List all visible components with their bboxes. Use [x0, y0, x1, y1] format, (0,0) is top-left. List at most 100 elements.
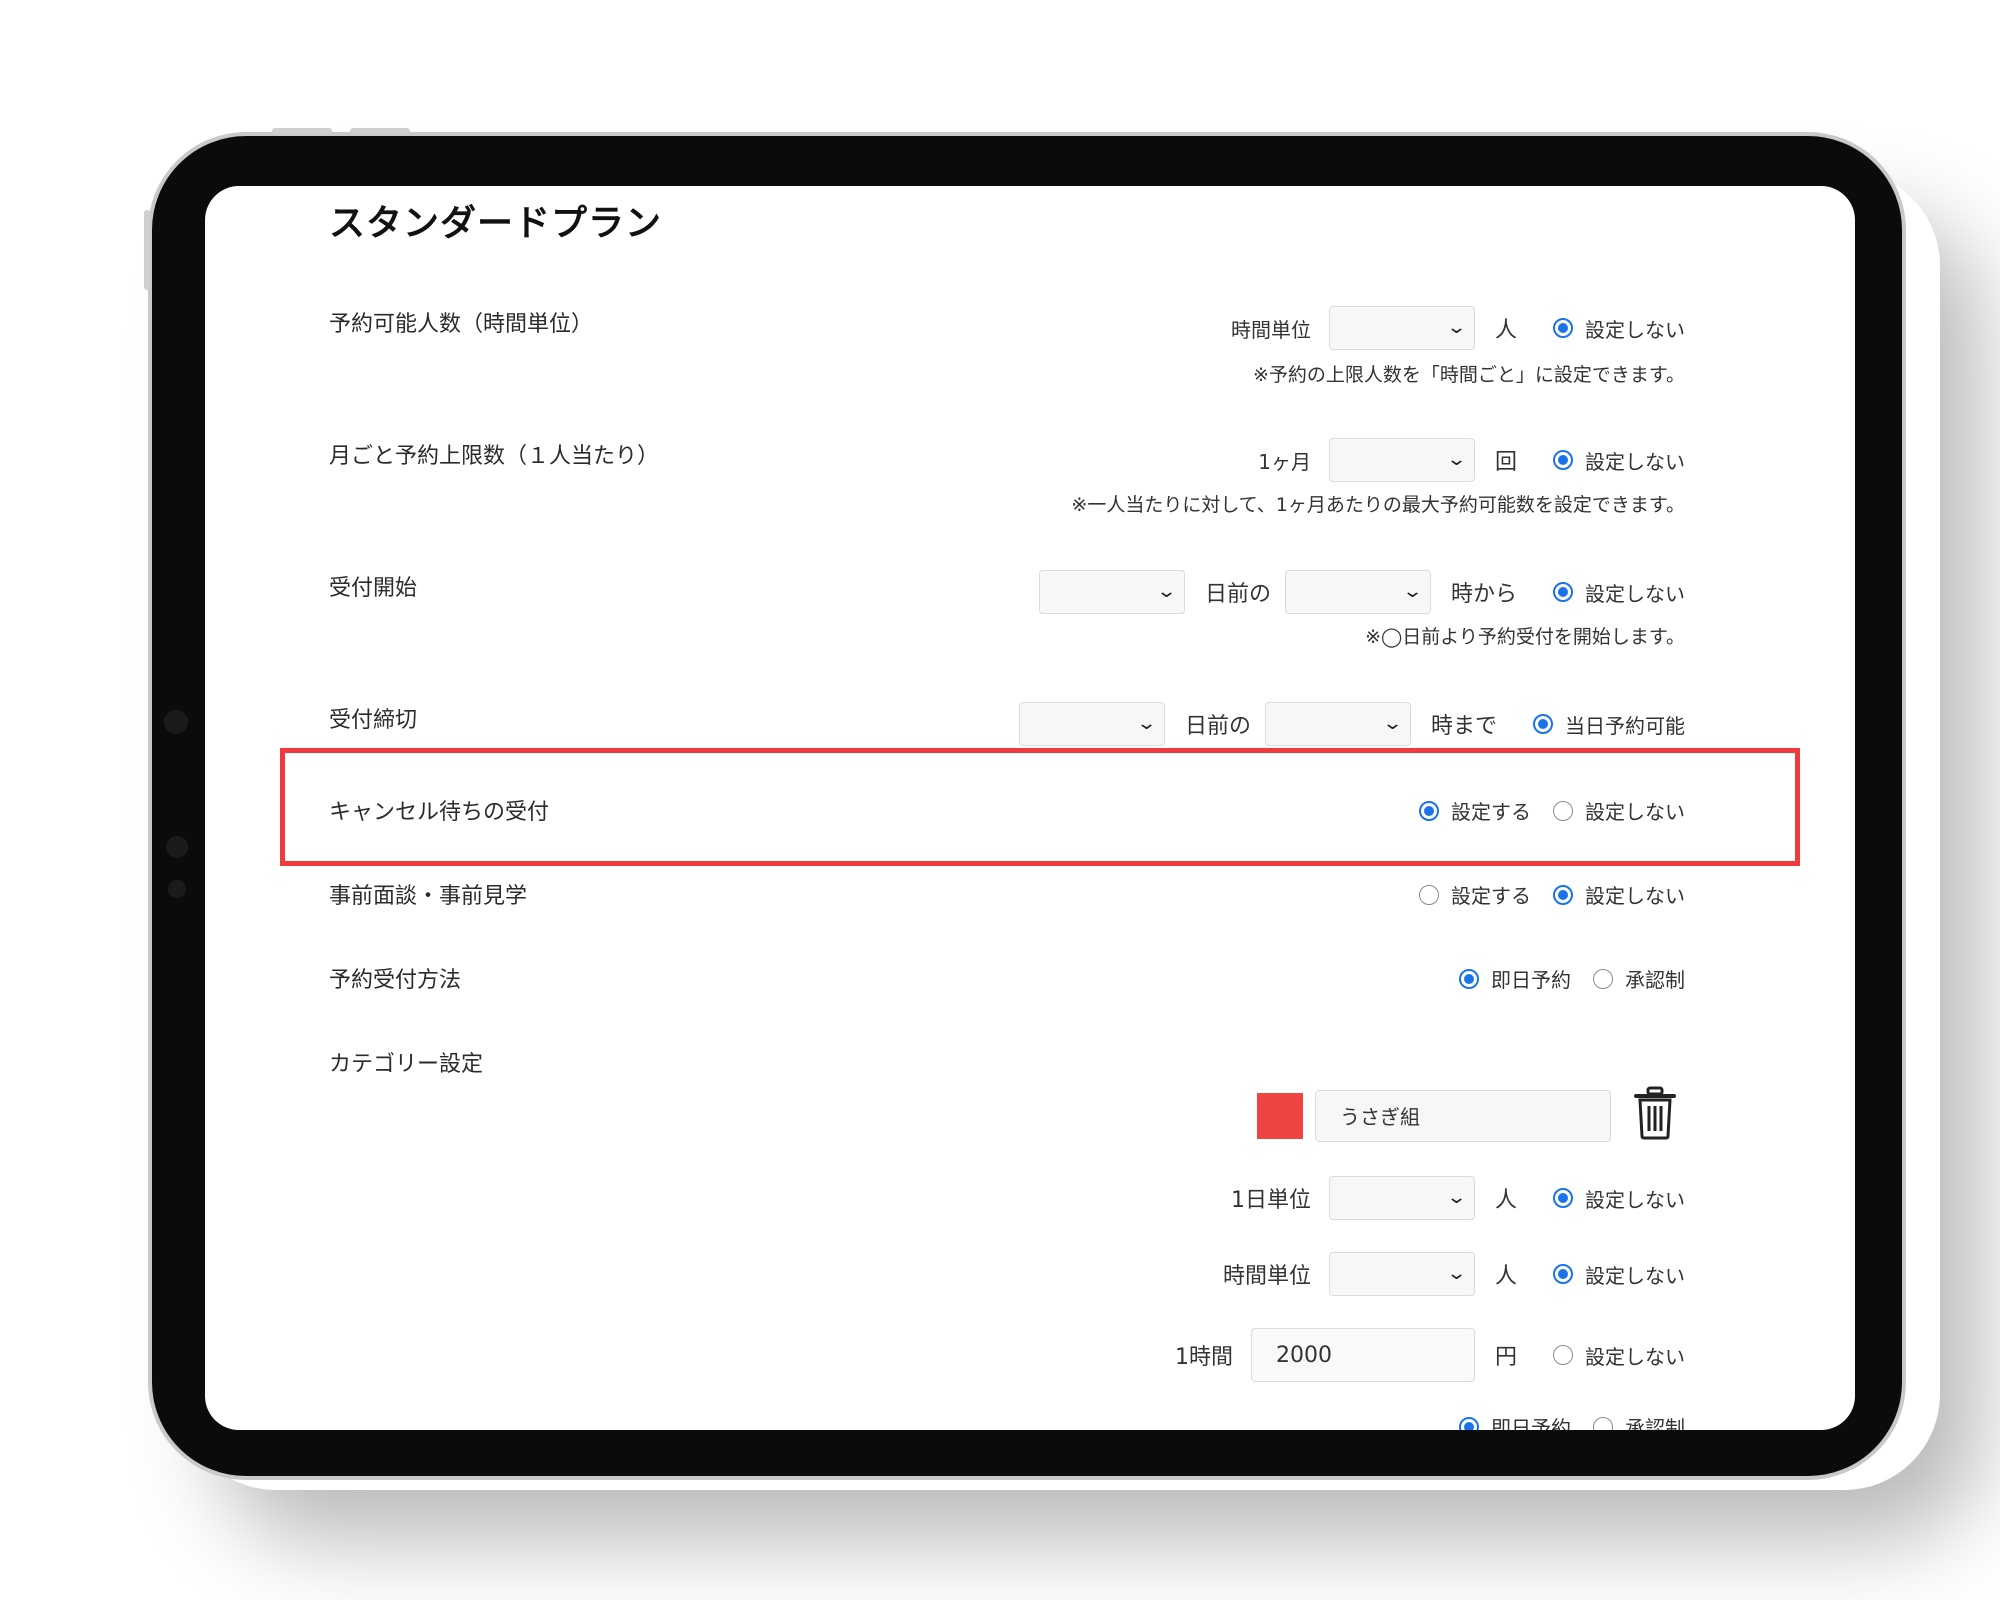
reception-end-suffix: 時まで — [1430, 714, 1497, 739]
radio-icon — [1553, 1188, 1573, 1208]
reception-start-suffix: 時から — [1450, 582, 1517, 607]
capacity-hourly-controls: 時間単位 ⌄ 人 設定しない — [1231, 306, 1685, 350]
capacity-hourly-label: 予約可能人数（時間単位） — [329, 312, 594, 337]
radio-label: 承認制 — [1625, 968, 1685, 992]
radio-label: 設定しない — [1585, 1187, 1685, 1212]
category-daily-select[interactable]: ⌄ — [1328, 1176, 1475, 1220]
radio-icon — [1553, 582, 1573, 602]
reception-start-days-select[interactable]: ⌄ — [1038, 570, 1185, 614]
reception-end-radio-sameday[interactable]: 当日予約可能 — [1533, 710, 1685, 739]
radio-icon — [1553, 1345, 1573, 1365]
radio-icon — [1553, 450, 1573, 470]
reception-start-controls: ⌄ 日前の ⌄ 時から 設定しない — [1038, 570, 1685, 614]
method-radio-instant[interactable]: 即日予約 — [1459, 964, 1571, 993]
reception-start-mid: 日前の — [1204, 582, 1271, 607]
category-hourly-prefix: 時間単位 — [1222, 1264, 1311, 1289]
category-daily-unit: 人 — [1494, 1188, 1517, 1213]
capacity-hourly-note: ※予約の上限人数を「時間ごと」に設定できます。 — [1252, 364, 1685, 386]
category-hourly-select[interactable]: ⌄ — [1328, 1252, 1475, 1296]
volume-button — [272, 128, 332, 134]
category-daily-prefix: 1日単位 — [1230, 1188, 1311, 1213]
monthly-limit-select[interactable]: ⌄ — [1328, 438, 1475, 482]
category-method-radio-instant[interactable]: 即日予約 — [1459, 1412, 1571, 1430]
category-method-radio-approval[interactable]: 承認制 — [1593, 1412, 1685, 1430]
radio-label: 設定しない — [1585, 884, 1685, 908]
chevron-down-icon: ⌄ — [1401, 581, 1424, 602]
category-hourly-radio-off[interactable]: 設定しない — [1553, 1260, 1685, 1289]
interview-radio-on[interactable]: 設定する — [1419, 880, 1531, 909]
reception-start-radio-off[interactable]: 設定しない — [1553, 578, 1685, 607]
interview-controls: 設定する 設定しない — [1397, 880, 1685, 909]
reception-start-note: ※◯日前より予約受付を開始します。 — [1365, 626, 1685, 648]
radio-icon — [1593, 968, 1613, 989]
chevron-down-icon: ⌄ — [1445, 449, 1468, 470]
chevron-down-icon: ⌄ — [1445, 317, 1468, 338]
category-price-prefix: 1時間 — [1174, 1345, 1233, 1370]
chevron-down-icon: ⌄ — [1381, 713, 1404, 734]
radio-label: 設定しない — [1585, 581, 1685, 606]
category-name-controls: うさぎ組 — [1257, 1086, 1677, 1145]
reception-end-days-select[interactable]: ⌄ — [1018, 702, 1165, 746]
sensor-icon — [168, 880, 186, 898]
radio-label: 設定しない — [1585, 317, 1685, 342]
method-radio-approval[interactable]: 承認制 — [1593, 964, 1685, 993]
capacity-hourly-prefix: 時間単位 — [1230, 317, 1311, 342]
capacity-hourly-select[interactable]: ⌄ — [1328, 306, 1475, 350]
page-title: スタンダードプラン — [329, 203, 663, 244]
interview-label: 事前面談・事前見学 — [329, 884, 528, 909]
chevron-down-icon: ⌄ — [1155, 581, 1177, 602]
chevron-down-icon: ⌄ — [1445, 1263, 1468, 1284]
monthly-limit-label: 月ごと予約上限数（１人当たり） — [329, 444, 660, 469]
reception-end-controls: ⌄ 日前の ⌄ 時まで 当日予約可能 — [1018, 702, 1685, 746]
radio-icon — [1533, 714, 1553, 734]
radio-label: 即日予約 — [1491, 968, 1571, 992]
category-price-radio-off[interactable]: 設定しない — [1553, 1341, 1685, 1370]
reception-end-mid: 日前の — [1184, 714, 1251, 739]
category-daily-controls: 1日単位 ⌄ 人 設定しない — [1231, 1176, 1685, 1220]
category-hourly-controls: 時間単位 ⌄ 人 設定しない — [1223, 1252, 1685, 1296]
monthly-limit-prefix: 1ヶ月 — [1258, 449, 1311, 474]
radio-label: 設定する — [1451, 884, 1531, 908]
camera-icon — [164, 710, 188, 734]
category-color-swatch[interactable] — [1257, 1092, 1303, 1139]
monthly-limit-radio-off[interactable]: 設定しない — [1553, 446, 1685, 475]
category-method-controls: 即日予約 承認制 — [1437, 1412, 1685, 1430]
radio-icon — [1419, 884, 1439, 905]
reception-start-label: 受付開始 — [329, 576, 418, 601]
category-price-controls: 1時間 2000 円 設定しない — [1175, 1328, 1685, 1382]
trash-icon[interactable] — [1633, 1086, 1677, 1145]
radio-icon — [1553, 884, 1573, 905]
reception-start-hour-select[interactable]: ⌄ — [1284, 570, 1431, 614]
category-hourly-unit: 人 — [1494, 1264, 1517, 1289]
monthly-limit-unit: 回 — [1494, 450, 1517, 475]
chevron-down-icon: ⌄ — [1135, 713, 1157, 734]
radio-icon — [1553, 1264, 1573, 1284]
radio-icon — [1459, 1416, 1479, 1430]
radio-label: 設定しない — [1585, 449, 1685, 474]
category-price-input[interactable]: 2000 — [1250, 1328, 1475, 1382]
capacity-hourly-radio-off[interactable]: 設定しない — [1553, 314, 1685, 343]
radio-label: 即日予約 — [1491, 1416, 1571, 1430]
category-price-unit: 円 — [1494, 1345, 1517, 1370]
reception-end-hour-select[interactable]: ⌄ — [1264, 702, 1411, 746]
chevron-down-icon: ⌄ — [1445, 1187, 1468, 1208]
radio-label: 設定しない — [1585, 1263, 1685, 1288]
category-name-input[interactable]: うさぎ組 — [1315, 1089, 1611, 1142]
top-button — [144, 210, 150, 290]
method-controls: 即日予約 承認制 — [1437, 964, 1685, 993]
radio-label: 設定しない — [1585, 1344, 1685, 1369]
capacity-hourly-unit: 人 — [1494, 318, 1517, 343]
method-label: 予約受付方法 — [329, 968, 462, 993]
sensor-icon — [166, 836, 188, 858]
reception-end-label: 受付締切 — [329, 708, 418, 733]
volume-button — [350, 128, 410, 134]
category-daily-radio-off[interactable]: 設定しない — [1553, 1184, 1685, 1213]
radio-icon — [1593, 1416, 1613, 1430]
interview-radio-off[interactable]: 設定しない — [1553, 880, 1685, 909]
monthly-limit-controls: 1ヶ月 ⌄ 回 設定しない — [1258, 438, 1685, 482]
highlight-box — [280, 748, 1800, 866]
monthly-limit-note: ※一人当たりに対して、1ヶ月あたりの最大予約可能数を設定できます。 — [1071, 494, 1685, 516]
radio-label: 当日予約可能 — [1565, 713, 1685, 738]
category-label: カテゴリー設定 — [329, 1052, 484, 1077]
radio-label: 承認制 — [1625, 1416, 1685, 1430]
